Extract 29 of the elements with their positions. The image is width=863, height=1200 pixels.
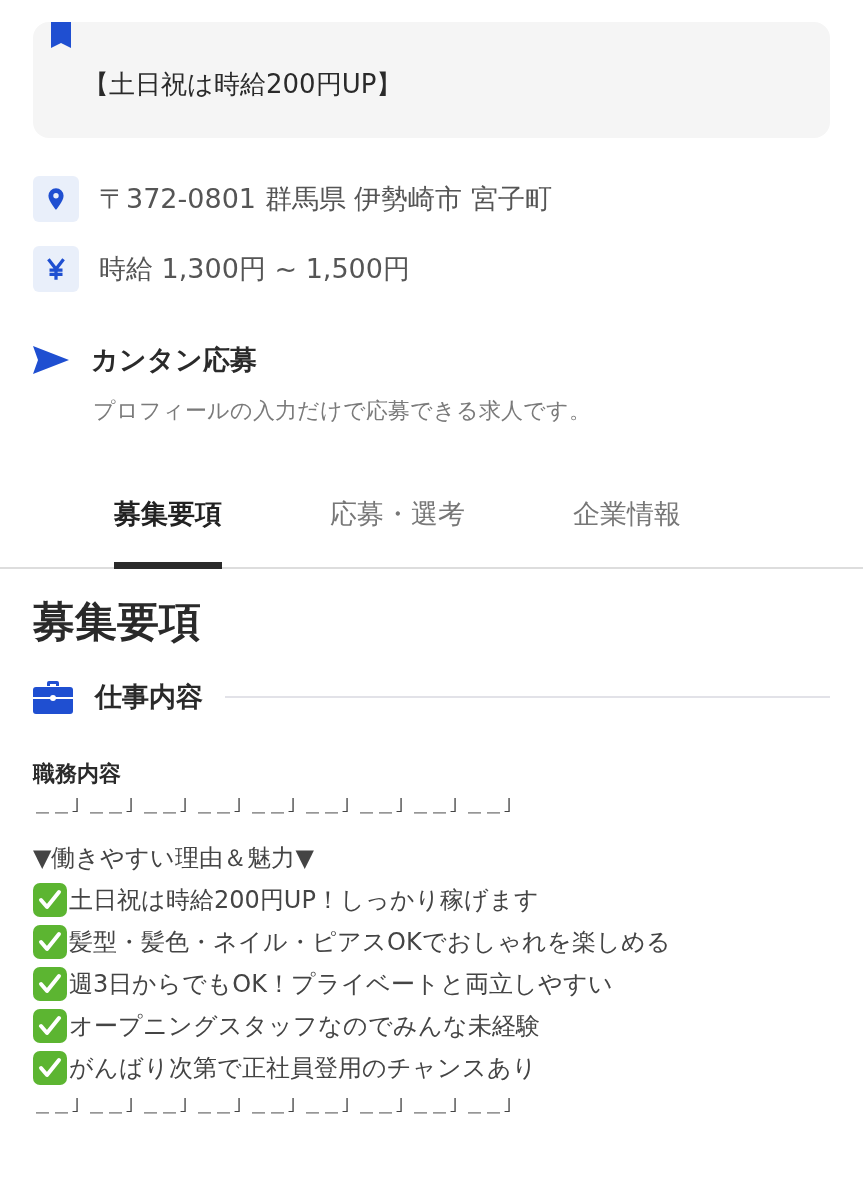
yen-icon: [33, 246, 79, 292]
tab[interactable]: 応募・選考: [330, 484, 465, 569]
easy-apply-title: カンタン応募: [91, 343, 257, 377]
check-mark-icon: [33, 1051, 67, 1085]
bookmark-icon: [49, 22, 73, 50]
check-mark-icon: [33, 1009, 67, 1043]
feature-text: 土日祝は時給200円UP！しっかり稼げます: [69, 885, 539, 916]
briefcase-icon: [33, 680, 73, 714]
feature-text: 髪型・髪色・ネイル・ピアスOKでおしゃれを楽しめる: [69, 927, 671, 958]
feature-text: 週3日からでもOK！プライベートと両立しやすい: [69, 969, 613, 1000]
page-heading: 募集要項: [33, 596, 202, 648]
underscore-divider-text: ＿＿｣ ＿＿｣ ＿＿｣ ＿＿｣ ＿＿｣ ＿＿｣ ＿＿｣ ＿＿｣ ＿＿｣: [33, 792, 515, 817]
feature-text: オープニングスタッフなのでみんな未経験: [69, 1011, 540, 1042]
section-title: 仕事内容: [95, 680, 203, 714]
highlight-text: 【土日祝は時給200円UP】: [83, 68, 404, 101]
body-text: ▼働きやすい理由＆魅力▼: [33, 843, 315, 874]
tab[interactable]: 企業情報: [573, 484, 681, 569]
easy-apply-description: プロフィールの入力だけで応募できる求人です。: [93, 397, 592, 425]
subsection-title: 職務内容: [33, 760, 122, 788]
check-mark-icon: [33, 883, 67, 917]
send-icon: [33, 346, 69, 374]
info-text: 〒372-0801 群馬県 伊勢崎市 宮子町: [99, 182, 552, 216]
location-pin-icon: [33, 176, 79, 222]
feature-text: がんばり次第で正社員登用のチャンスあり: [69, 1053, 537, 1084]
tab[interactable]: 募集要項: [114, 484, 222, 569]
check-mark-icon: [33, 925, 67, 959]
info-text: 時給 1,300円 ~ 1,500円: [99, 252, 410, 286]
check-mark-icon: [33, 967, 67, 1001]
underscore-divider-text: ＿＿｣ ＿＿｣ ＿＿｣ ＿＿｣ ＿＿｣ ＿＿｣ ＿＿｣ ＿＿｣ ＿＿｣: [33, 1092, 515, 1117]
